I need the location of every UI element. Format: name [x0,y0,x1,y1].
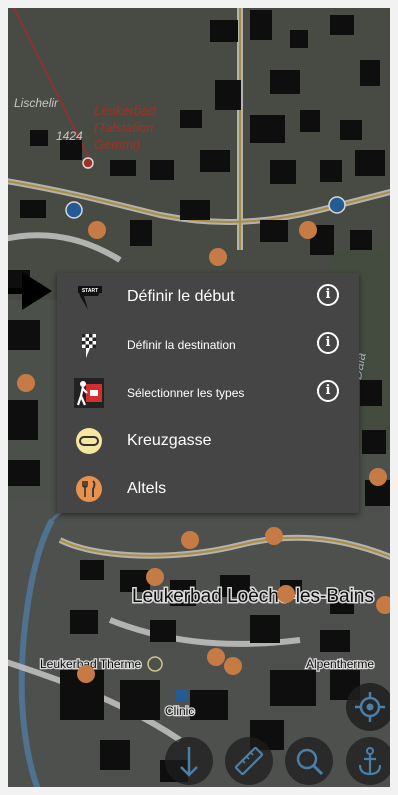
info-icon[interactable]: i [317,380,339,402]
menu-item-label: Définir la destination [127,338,236,352]
restaurant-icon [76,476,102,502]
search-icon [296,748,324,776]
street-marker-icon [76,428,102,454]
menu-item-select-types[interactable]: Sélectionner les types i [57,369,359,417]
info-icon[interactable]: i [317,332,339,354]
hiker-type-icon [74,378,104,408]
start-flag-icon: START [78,286,102,310]
menu-item-label: Altels [127,480,167,497]
ruler-icon [234,746,264,776]
compass-button[interactable] [165,737,213,785]
finish-flag-icon [82,334,96,358]
pointer-arrow-icon [2,272,52,310]
compass-icon [180,747,198,777]
svg-text:START: START [82,288,98,294]
anchor-button[interactable] [346,737,394,785]
search-button[interactable] [285,737,333,785]
locate-icon [355,692,385,722]
menu-item-label: Sélectionner les types [127,386,245,400]
menu-item-set-start[interactable]: START Définir le début i [57,273,359,321]
menu-item-label: Définir le début [127,288,235,305]
context-menu: START Définir le début i Définir la dest… [57,273,359,513]
menu-item-altels[interactable]: Altels [57,465,359,513]
locate-button[interactable] [346,683,394,731]
measure-button[interactable] [225,737,273,785]
menu-item-label: Kreuzgasse [127,432,212,449]
anchor-icon [358,747,382,776]
menu-item-kreuzgasse[interactable]: Kreuzgasse [57,417,359,465]
info-icon[interactable]: i [317,284,339,306]
menu-item-set-destination[interactable]: Définir la destination i [57,321,359,369]
